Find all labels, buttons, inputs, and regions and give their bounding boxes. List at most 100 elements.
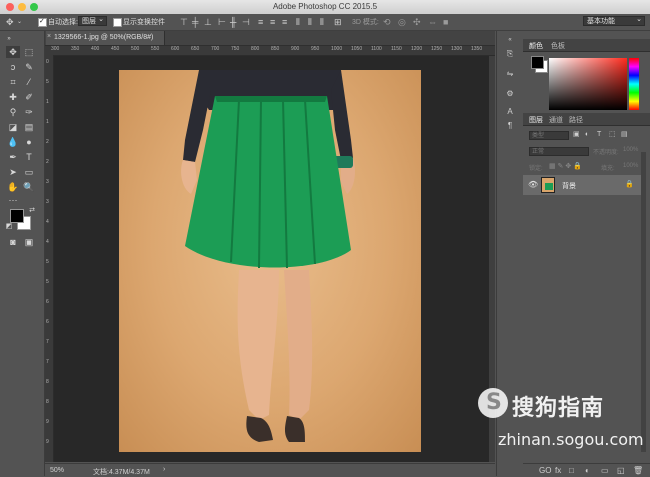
gradient-tool-icon[interactable]: ▤ — [22, 121, 36, 133]
ruler-top-label: 950 — [311, 46, 320, 52]
more-tools-icon[interactable]: ··· — [6, 194, 20, 206]
tab-swatches[interactable]: 色板 — [551, 41, 565, 51]
history-brush-tool-icon[interactable]: ✑ — [22, 106, 36, 118]
distribute-left-icon[interactable]: ⫴ — [296, 17, 300, 27]
ruler-top-label: 600 — [171, 46, 180, 52]
fill-value[interactable]: 100% — [623, 163, 638, 169]
ruler-left-label: 6 — [46, 319, 49, 325]
3d-pan-icon[interactable]: ✣ — [413, 17, 421, 27]
ruler-vertical: 0 5 1 1 2 2 3 3 4 4 5 5 6 6 7 7 8 8 9 9 — [45, 55, 54, 462]
options-bar: ✥ ⌄ 自动选择: 图层 显示变换控件 ⊤ ╪ ⊥ ⊢ ╫ ⊣ ≡ ≡ ≡ ⫴ … — [0, 14, 650, 31]
tool-preset-chevron-icon[interactable]: ⌄ — [17, 17, 22, 27]
new-adjustment-icon[interactable]: ◐ — [585, 466, 590, 475]
properties-panel-icon[interactable]: ⚙ — [503, 89, 517, 99]
layer-visibility-eye-icon[interactable]: 👁 — [528, 180, 538, 189]
auto-select-target-dropdown[interactable]: 图层 — [78, 15, 107, 26]
distribute-hcenter-icon[interactable]: ⫴ — [308, 17, 312, 27]
tab-paths[interactable]: 路径 — [569, 115, 583, 125]
move-tool-icon[interactable]: ✥ — [6, 46, 20, 58]
zoom-level[interactable]: 50% — [50, 467, 64, 474]
document-tab[interactable]: × 1329566-1.jpg @ 50%(RGB/8#) — [46, 31, 165, 45]
auto-align-icon[interactable]: ⊞ — [334, 17, 342, 27]
quick-select-tool-icon[interactable]: ✎ — [22, 61, 36, 73]
add-mask-icon[interactable]: □ — [569, 466, 574, 475]
blend-mode-dropdown[interactable]: 正常 — [529, 147, 589, 156]
filter-pixel-icon[interactable]: ▣ — [573, 130, 580, 140]
opacity-value[interactable]: 100% — [623, 147, 638, 153]
lasso-tool-icon[interactable]: ↄ — [6, 61, 20, 73]
align-hcenter-icon[interactable]: ╫ — [230, 17, 236, 27]
lock-icons[interactable]: ▦ ✎ ✥ 🔒 — [549, 162, 582, 170]
layer-filter-dropdown[interactable]: 类型 — [529, 131, 569, 140]
3d-scale-icon[interactable]: ■ — [443, 17, 448, 27]
workspace-dropdown[interactable]: 基本功能 — [583, 15, 645, 26]
tab-color[interactable]: 颜色 — [529, 41, 543, 51]
add-style-icon[interactable]: fx — [555, 466, 561, 475]
document-image[interactable] — [119, 70, 421, 452]
character-panel-icon[interactable]: A — [503, 107, 517, 117]
3d-roll-icon[interactable]: ◎ — [398, 17, 406, 27]
distribute-right-icon[interactable]: ⫴ — [320, 17, 324, 27]
color-foreground-swatch[interactable] — [531, 56, 544, 69]
align-vcenter-icon[interactable]: ╪ — [192, 17, 198, 27]
marquee-tool-icon[interactable]: ⬚ — [22, 46, 36, 58]
link-layers-icon[interactable]: GO — [539, 466, 551, 475]
type-tool-icon[interactable]: T — [22, 151, 36, 163]
filter-adjust-icon[interactable]: ◐ — [585, 130, 589, 140]
foreground-color-swatch[interactable] — [10, 209, 24, 223]
adjustments-panel-icon[interactable]: ⇋ — [503, 69, 517, 79]
align-top-icon[interactable]: ⊤ — [180, 17, 188, 27]
eyedropper-tool-icon[interactable]: ⁄ — [22, 76, 36, 88]
ruler-horizontal: 300 350 400 450 500 550 600 650 700 750 800 850 900 9… — [45, 46, 495, 56]
paragraph-panel-icon[interactable]: ¶ — [503, 121, 517, 131]
screen-mode-icon[interactable]: ▣ — [22, 236, 36, 248]
lock-label: 锁定: — [529, 166, 543, 172]
hue-slider[interactable] — [629, 58, 639, 110]
history-panel-icon[interactable]: ⎘ — [503, 49, 517, 59]
quick-mask-icon[interactable]: ◙ — [6, 236, 20, 248]
zoom-tool-icon[interactable]: 🔍 — [22, 181, 36, 193]
distribute-bottom-icon[interactable]: ≡ — [282, 17, 287, 27]
new-layer-icon[interactable]: ◱ — [617, 466, 625, 475]
color-panel-tabs: 颜色 色板 — [523, 39, 650, 52]
align-bottom-icon[interactable]: ⊥ — [204, 17, 212, 27]
distribute-vcenter-icon[interactable]: ≡ — [270, 17, 275, 27]
status-menu-arrow-icon[interactable]: › — [163, 466, 165, 473]
tab-layers[interactable]: 图层 — [529, 115, 543, 125]
shape-tool-icon[interactable]: ▭ — [22, 166, 36, 178]
eraser-tool-icon[interactable]: ◪ — [6, 121, 20, 133]
close-tab-icon[interactable]: × — [47, 33, 51, 40]
new-group-icon[interactable]: ▭ — [601, 466, 609, 475]
align-left-icon[interactable]: ⊢ — [218, 17, 226, 27]
dock-collapse-icon[interactable]: « — [503, 35, 517, 45]
swap-colors-icon[interactable]: ⇄ — [25, 205, 39, 217]
pen-tool-icon[interactable]: ✒ — [6, 151, 20, 163]
color-spectrum-field[interactable] — [549, 58, 627, 110]
healing-brush-tool-icon[interactable]: ✚ — [6, 91, 20, 103]
3d-rotate-icon[interactable]: ⟲ — [383, 17, 391, 27]
auto-select-checkbox[interactable] — [38, 17, 47, 27]
filter-shape-icon[interactable]: ⬚ — [609, 130, 616, 140]
blur-tool-icon[interactable]: 💧 — [6, 136, 20, 148]
toolbar-collapse-icon[interactable]: » — [2, 33, 16, 45]
delete-layer-icon[interactable]: 🗑 — [633, 466, 643, 475]
layers-scrollbar[interactable] — [641, 152, 646, 452]
clone-stamp-tool-icon[interactable]: ⚲ — [6, 106, 20, 118]
tab-channels[interactable]: 通道 — [549, 115, 563, 125]
crop-tool-icon[interactable]: ⌗ — [6, 76, 20, 88]
3d-slide-icon[interactable]: ⇔ — [428, 17, 437, 27]
move-icon[interactable]: ✥ — [6, 17, 14, 27]
hand-tool-icon[interactable]: ✋ — [6, 181, 20, 193]
path-select-tool-icon[interactable]: ➤ — [6, 166, 20, 178]
ruler-left-label: 7 — [46, 359, 49, 365]
layer-name[interactable]: 背景 — [562, 181, 576, 191]
align-right-icon[interactable]: ⊣ — [242, 17, 250, 27]
brush-tool-icon[interactable]: ✐ — [22, 91, 36, 103]
dodge-tool-icon[interactable]: ● — [22, 136, 36, 148]
ruler-top-label: 1350 — [471, 46, 483, 52]
ruler-left-label: 2 — [46, 139, 49, 145]
filter-smart-icon[interactable]: ▤ — [621, 130, 628, 140]
distribute-top-icon[interactable]: ≡ — [258, 17, 263, 27]
filter-type-icon[interactable]: T — [597, 130, 601, 140]
show-transform-checkbox[interactable] — [113, 18, 122, 27]
